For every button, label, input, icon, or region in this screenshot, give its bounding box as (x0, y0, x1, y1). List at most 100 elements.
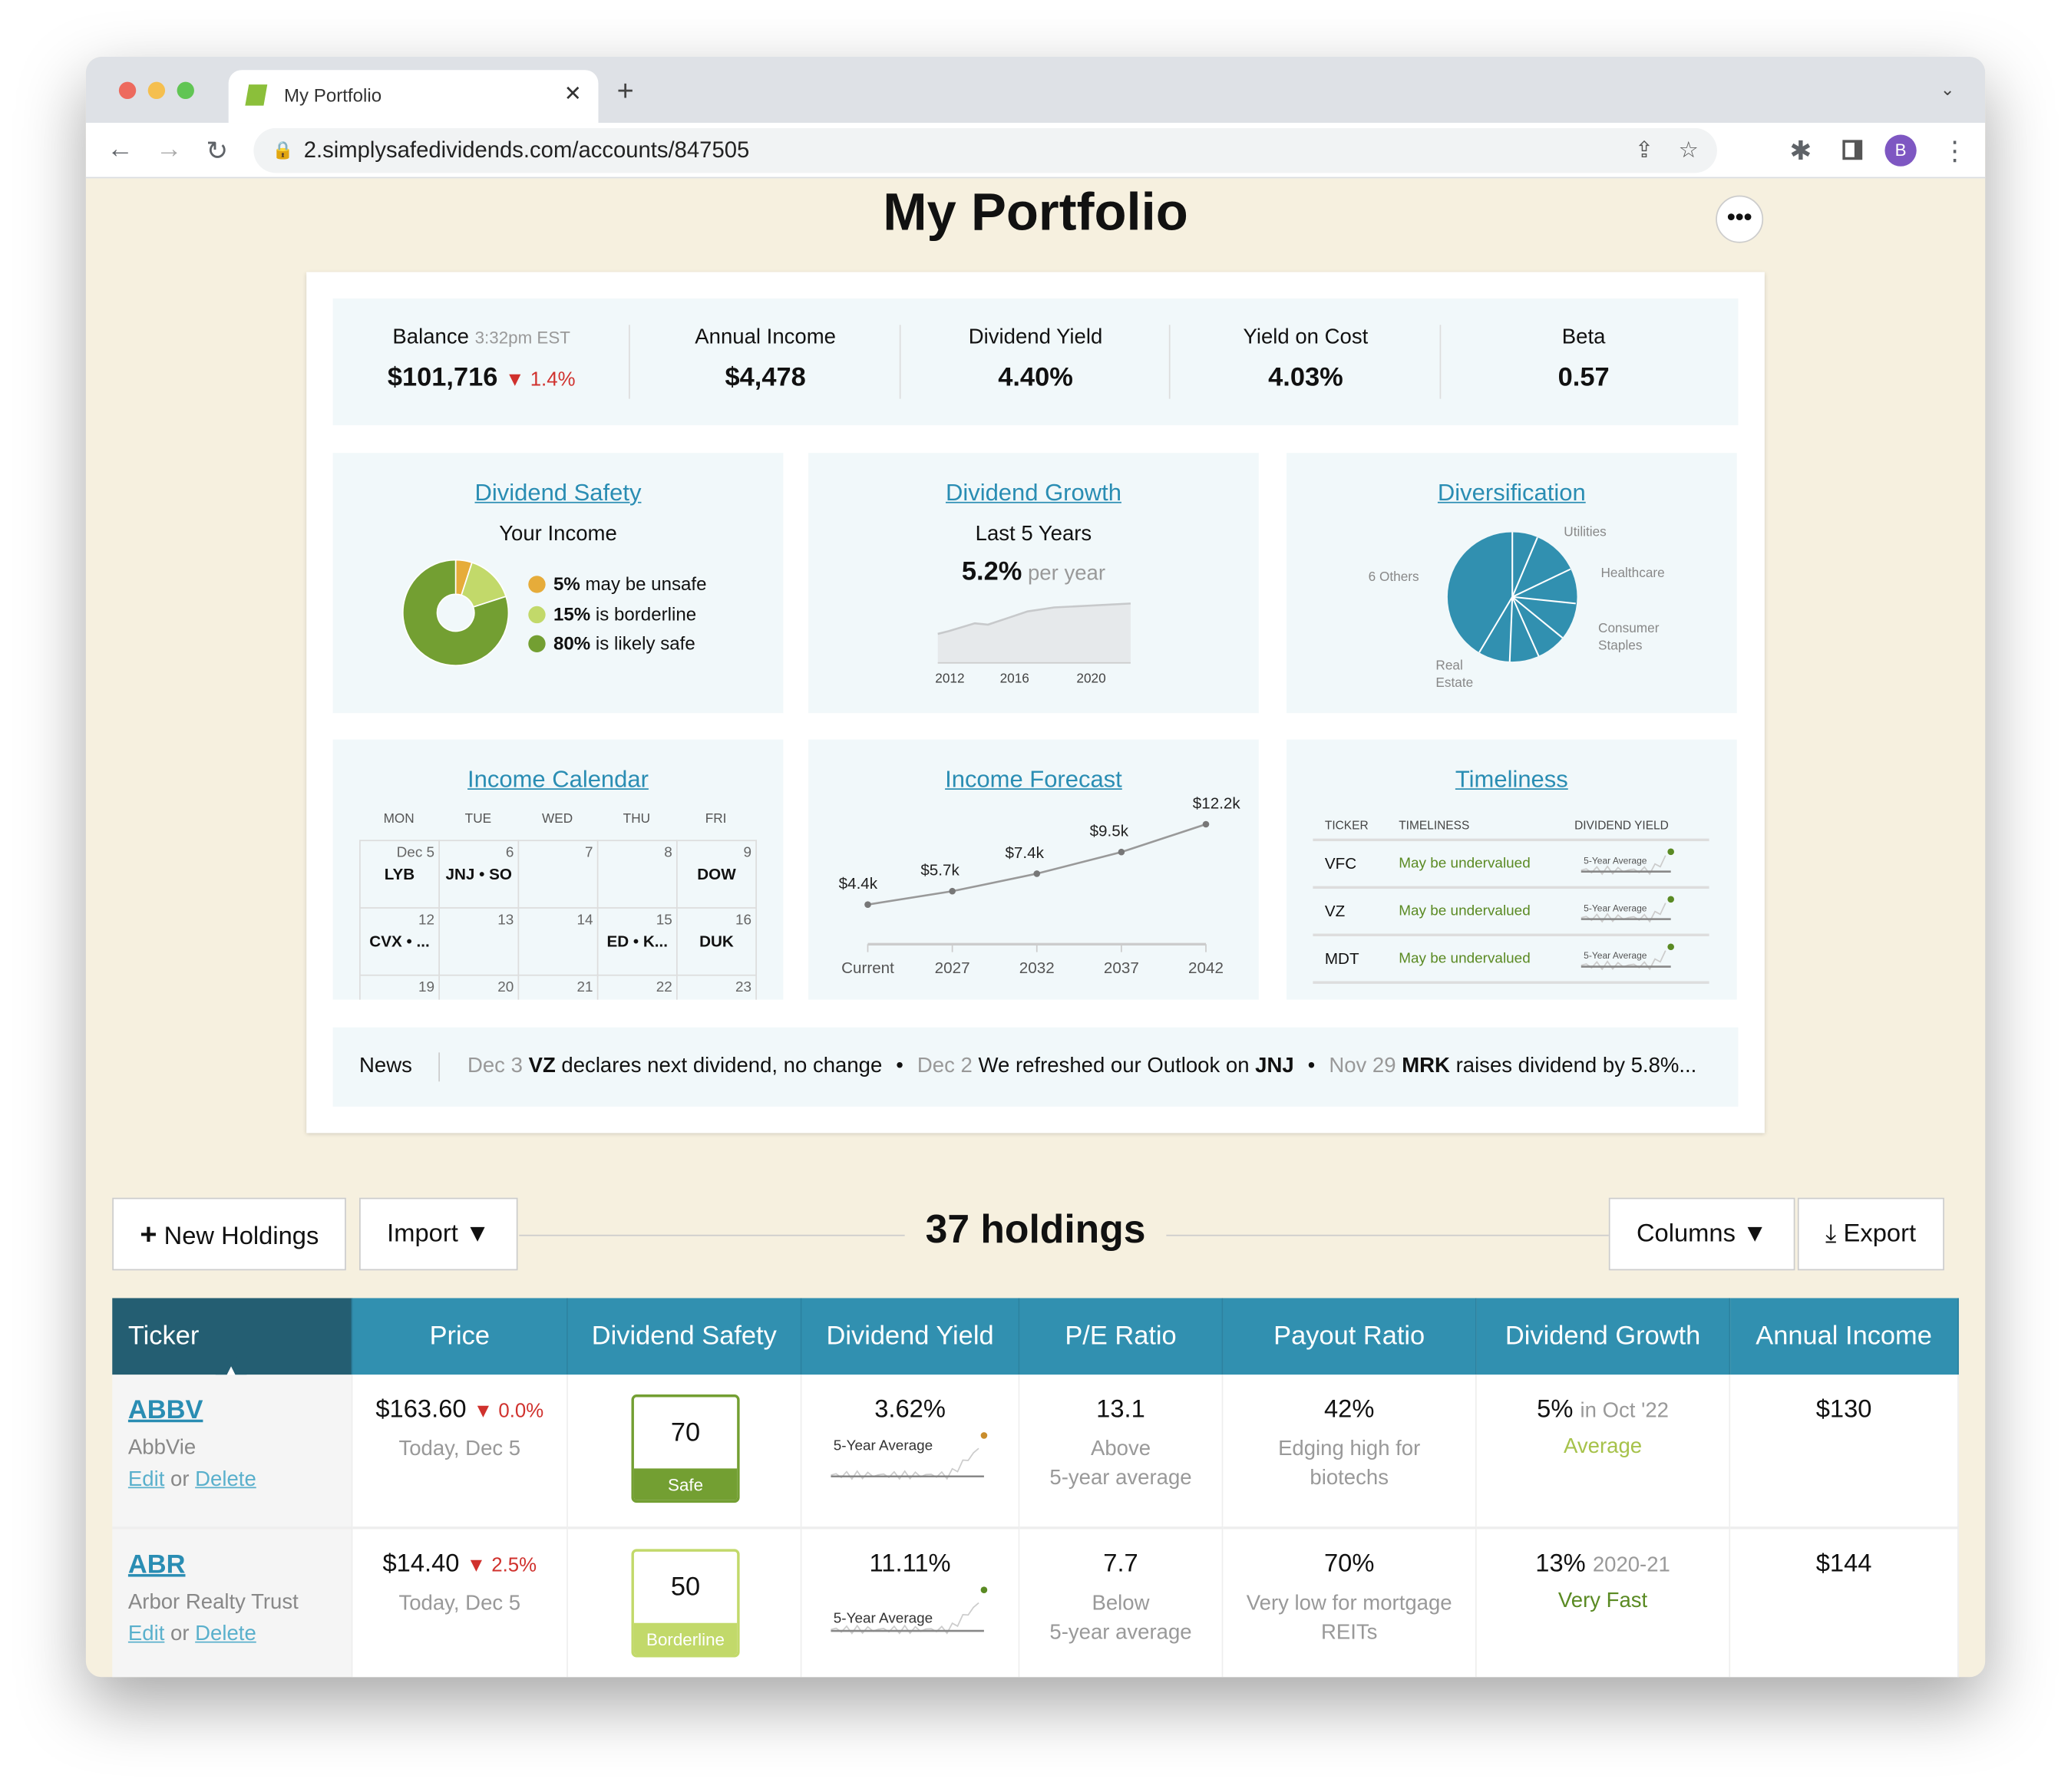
forecast-value-label: $12.2k (1193, 794, 1241, 812)
forecast-x-label: Current (841, 959, 894, 977)
news-date: Dec 3 (467, 1054, 523, 1078)
stat-value: 4.03% (1268, 363, 1343, 393)
safety-score-badge[interactable]: 70 Safe (631, 1394, 740, 1503)
calendar-day[interactable]: 16 DUK (675, 907, 757, 976)
address-bar[interactable]: 🔒 2.simplysafedividends.com/accounts/847… (253, 127, 1717, 173)
calendar-day[interactable]: 22 (596, 974, 678, 1000)
calendar-day[interactable]: 21 (517, 974, 599, 1000)
news-ticker: News Dec 3 VZ declares next dividend, no… (332, 1027, 1739, 1107)
growth-subtitle: Last 5 Years (975, 523, 1092, 546)
column-header-payout-ratio[interactable]: Payout Ratio (1223, 1298, 1477, 1375)
timeliness-row[interactable]: VZ May be undervalued 5-Year Average (1313, 886, 1709, 934)
news-item[interactable]: Dec 2 We refreshed our Outlook on JNJ (917, 1055, 1294, 1078)
price: $163.60 (375, 1395, 467, 1424)
calendar-day[interactable]: 12 CVX • ... (359, 907, 440, 976)
calendar-day[interactable]: 13 (438, 907, 520, 976)
tab-search-chevron-icon[interactable]: ⌄ (1941, 79, 1955, 101)
timeliness-link[interactable]: Timeliness (1287, 766, 1737, 794)
dividend-safety-link[interactable]: Dividend Safety (333, 480, 784, 507)
calendar-day[interactable]: 14 (517, 907, 599, 976)
day-number: 8 (664, 845, 672, 861)
button-label: Export (1843, 1219, 1917, 1249)
news-item[interactable]: Nov 29 MRK raises dividend by 5.8%... (1329, 1055, 1696, 1078)
export-button[interactable]: ⤓ Export (1797, 1197, 1944, 1271)
edit-link[interactable]: Edit (128, 1468, 164, 1490)
calendar-day[interactable]: 20 (438, 974, 520, 1000)
timeliness-row[interactable]: VFC May be undervalued 5-Year Average (1313, 838, 1709, 886)
new-holdings-button[interactable]: + New Holdings (112, 1197, 347, 1271)
column-header-price[interactable]: Price (352, 1298, 568, 1375)
yield-chart: 5-Year Average (831, 1431, 989, 1483)
edit-link[interactable]: Edit (128, 1623, 164, 1645)
columns-button[interactable]: Columns ▼ (1608, 1197, 1795, 1271)
calendar-day[interactable]: 6 JNJ • SO (438, 840, 520, 909)
calendar-day[interactable]: Dec 5 LYB (359, 840, 440, 909)
timeliness-ticker: VFC (1324, 854, 1357, 873)
forecast-x-label: 2042 (1188, 959, 1224, 977)
calendar-day[interactable]: 23 (675, 974, 757, 1000)
button-label: New Holdings (164, 1223, 319, 1251)
reload-icon[interactable]: ↻ (206, 135, 228, 168)
calendar-day[interactable]: 9 DOW (675, 840, 757, 909)
diversification-link[interactable]: Diversification (1287, 480, 1737, 507)
ticker-link[interactable]: ABBV (128, 1396, 335, 1427)
new-tab-icon[interactable]: + (617, 74, 634, 108)
growth-area-chart (937, 602, 1131, 664)
divider-line (519, 1234, 1774, 1236)
news-text: raises dividend by 5.8%... (1455, 1054, 1697, 1078)
close-tab-icon[interactable]: ✕ (564, 81, 582, 107)
close-window-button[interactable] (118, 81, 137, 100)
calendar-day[interactable]: 7 (517, 840, 599, 909)
column-header-annual-income[interactable]: Annual Income (1730, 1298, 1959, 1375)
back-icon[interactable]: ← (107, 135, 133, 166)
bookmark-star-icon[interactable]: ☆ (1679, 128, 1699, 173)
calendar-day[interactable]: 15 ED • K... (596, 907, 678, 976)
borderline-dot-icon (528, 605, 546, 623)
edit-delete-links: Edit or Delete (128, 1623, 335, 1647)
table-cell: 70% Very low for mortgage REITs (1223, 1529, 1477, 1678)
column-header-dividend-growth[interactable]: Dividend Growth (1476, 1298, 1731, 1375)
current-yield-dot (980, 1432, 988, 1439)
holdings-count: 37 holdings (904, 1208, 1167, 1252)
tab-title: My Portfolio (283, 84, 382, 106)
yield-sparkline (1580, 943, 1674, 971)
column-header-dividend-safety[interactable]: Dividend Safety (567, 1298, 802, 1375)
forecast-point (864, 901, 871, 908)
menu-kebab-icon[interactable]: ⋮ (1941, 135, 1967, 168)
forward-icon[interactable]: → (156, 135, 182, 166)
share-icon[interactable]: ⇪ (1635, 128, 1654, 173)
side-panel-icon[interactable] (1842, 140, 1863, 160)
growth-line: 13% 2020-21 (1477, 1550, 1729, 1579)
profile-avatar[interactable]: B (1884, 134, 1917, 167)
edit-delete-links: Edit or Delete (128, 1468, 335, 1492)
calendar-day[interactable]: 19 (359, 974, 440, 1000)
stat-label: Beta (1561, 326, 1606, 349)
news-item[interactable]: Dec 3 VZ declares next dividend, no chan… (467, 1055, 882, 1078)
more-options-button[interactable]: ••• (1716, 195, 1764, 243)
timeliness-header: TIMELINESS (1399, 818, 1470, 833)
stat-label: Dividend Yield (968, 326, 1103, 349)
forecast-value-label: $4.4k (839, 875, 878, 893)
or-text: or (170, 1468, 190, 1491)
dividend-growth-link[interactable]: Dividend Growth (808, 480, 1259, 507)
import-button[interactable]: Import ▼ (359, 1197, 518, 1271)
table-cell: ABBV AbbVie Edit or Delete (112, 1375, 353, 1530)
extensions-icon[interactable]: ✱ (1790, 135, 1812, 168)
timeliness-row[interactable]: MDT May be undervalued 5-Year Average (1313, 933, 1709, 982)
news-text: We refreshed our Outlook on (978, 1054, 1250, 1078)
delete-link[interactable]: Delete (195, 1623, 256, 1645)
ticker-link[interactable]: ABR (128, 1550, 335, 1581)
column-header-dividend-yield[interactable]: Dividend Yield (801, 1298, 1020, 1375)
delete-link[interactable]: Delete (195, 1468, 256, 1490)
growth-rate: 5.2% (961, 557, 1022, 586)
tab-my-portfolio[interactable]: My Portfolio ✕ (228, 70, 599, 124)
download-icon: ⤓ (1825, 1219, 1837, 1249)
safe-dot-icon (528, 635, 546, 653)
minimize-window-button[interactable] (147, 81, 166, 100)
calendar-day[interactable]: 8 (596, 840, 678, 909)
column-header-p-e-ratio[interactable]: P/E Ratio (1019, 1298, 1224, 1375)
safety-score-badge[interactable]: 50 Borderline (631, 1549, 740, 1658)
timeliness-row[interactable] (1313, 981, 1709, 999)
maximize-window-button[interactable] (177, 81, 194, 100)
income-calendar-link[interactable]: Income Calendar (333, 766, 784, 794)
